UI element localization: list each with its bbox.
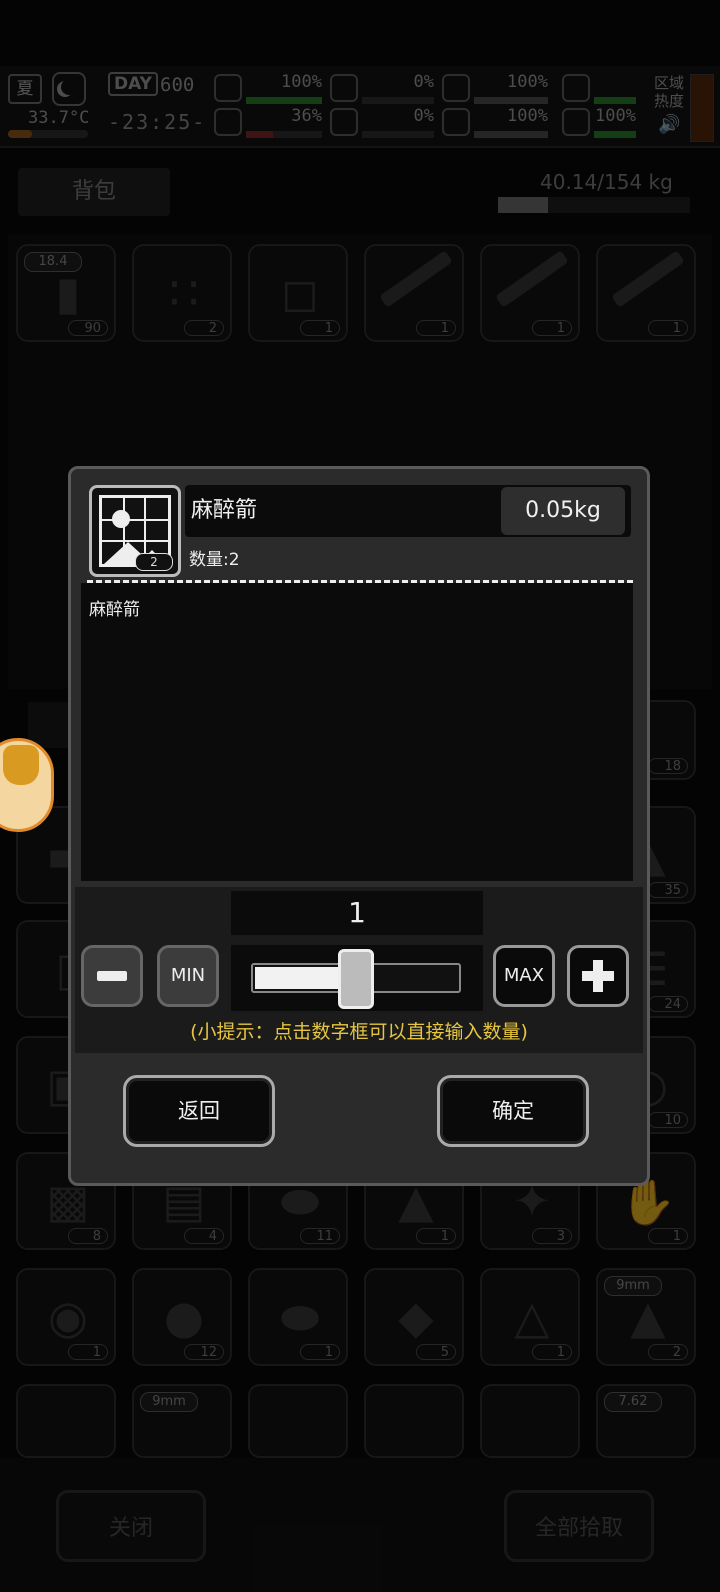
divider <box>87 580 633 583</box>
ground-slot[interactable]: ◉ 1 <box>16 1268 116 1366</box>
ground-slot[interactable] <box>364 1384 464 1458</box>
moon-icon <box>52 72 86 106</box>
status-hud: 夏 33.7°C DAY 600 -23:25- 100% 0% 100% 36… <box>0 66 720 148</box>
inventory-slot[interactable]: 1 <box>480 244 580 342</box>
zone-heat-label: 区域 热度 <box>654 74 685 110</box>
description-panel: 麻醉箭 <box>81 583 633 881</box>
game-clock: -23:25- <box>108 110 207 134</box>
item-image-qty: 2 <box>135 553 173 571</box>
input-hint: (小提示：点击数字框可以直接输入数量) <box>190 1021 528 1043</box>
item-name-bar: 麻醉箭 0.05kg <box>185 485 631 537</box>
ground-slot[interactable] <box>16 1384 116 1458</box>
stat-health: 100% <box>214 72 322 106</box>
ground-slot[interactable]: 9mm ▲ 2 <box>596 1268 696 1366</box>
bullet-icon: ▲ <box>630 1290 666 1344</box>
scope-icon: ◉ <box>47 1290 89 1344</box>
ground-slot[interactable]: ● 12 <box>132 1268 232 1366</box>
season-indicator: 夏 <box>8 74 42 104</box>
inventory-slot[interactable]: 18.4 ▮ 90 <box>16 244 116 342</box>
quantity-dialog: 2 麻醉箭 0.05kg 数量:2 麻醉箭 1 MIN MAX (小提示：点击数… <box>68 466 650 1186</box>
ground-slot[interactable]: ⬬ 1 <box>248 1268 348 1366</box>
min-button[interactable]: MIN <box>157 945 219 1007</box>
item-image: 2 <box>89 485 181 577</box>
increment-button[interactable] <box>567 945 629 1007</box>
bladder-icon <box>442 74 470 102</box>
shotgun-icon <box>495 250 569 308</box>
stat-energy: 100% <box>562 106 636 140</box>
item-quantity: 数量:2 <box>189 550 240 570</box>
item-weight: 0.05kg <box>501 487 625 535</box>
earplugs-icon: ● <box>163 1290 205 1344</box>
heart-icon <box>442 108 470 136</box>
ground-slot[interactable]: 7.62 <box>596 1384 696 1458</box>
inventory-slot[interactable]: 1 <box>596 244 696 342</box>
inventory-slot[interactable]: 1 <box>364 244 464 342</box>
quantity-slider[interactable] <box>231 945 483 1011</box>
decrement-button[interactable] <box>81 945 143 1007</box>
backpack-tab[interactable]: 背包 <box>18 168 170 216</box>
day-number: 600 <box>160 74 195 96</box>
brain-icon <box>214 108 242 136</box>
glove-icon <box>3 745 39 785</box>
beaker-icon: ◻ <box>280 266 320 320</box>
pickup-all-button[interactable]: 全部拾取 <box>504 1490 654 1562</box>
stat-bleeding: 0% <box>330 106 434 140</box>
stat-bladder: 100% <box>442 72 548 106</box>
shotgun-icon <box>379 250 453 308</box>
medkit-icon <box>214 74 242 102</box>
stat-mood: 100% <box>442 106 548 140</box>
item-description: 麻醉箭 <box>89 600 140 620</box>
ground-slot[interactable] <box>480 1384 580 1458</box>
pellets-icon: ∷ <box>169 266 199 320</box>
day-label: DAY <box>108 72 158 96</box>
ground-slot[interactable]: ◆ 5 <box>364 1268 464 1366</box>
inventory-slot[interactable]: ∷ 2 <box>132 244 232 342</box>
toilet-icon <box>562 74 590 102</box>
back-button[interactable]: 返回 <box>123 1075 275 1147</box>
stat-sanity: 36% <box>214 106 322 140</box>
temperature-readout: 33.7°C <box>28 108 90 128</box>
inventory-slot[interactable]: ◻ 1 <box>248 244 348 342</box>
quantity-controls: 1 MIN MAX (小提示：点击数字框可以直接输入数量) <box>75 887 643 1053</box>
weight-bar <box>498 197 690 213</box>
backpack-weight: 40.14/154 kg <box>540 170 673 194</box>
shotgun-icon <box>611 250 685 308</box>
energy-icon <box>562 108 590 136</box>
trap-icon: △ <box>514 1290 550 1344</box>
slider-thumb[interactable] <box>338 949 374 1009</box>
close-button[interactable]: 关闭 <box>56 1490 206 1562</box>
zone-heat-meter <box>690 74 714 142</box>
ground-slot[interactable] <box>248 1384 348 1458</box>
stomach-icon <box>330 74 358 102</box>
stat-hunger: 0% <box>330 72 434 106</box>
temperature-bar <box>8 130 88 138</box>
confirm-button[interactable]: 确定 <box>437 1075 589 1147</box>
ground-slot[interactable]: 9mm <box>132 1384 232 1458</box>
blood-icon <box>330 108 358 136</box>
item-name: 麻醉箭 <box>191 498 258 523</box>
assistant-avatar[interactable] <box>0 738 54 832</box>
baguette-icon: ⬬ <box>280 1290 320 1344</box>
shotgun-shell-icon: ▮ <box>55 266 81 320</box>
meat-icon: ◆ <box>398 1290 434 1344</box>
ground-slot[interactable]: △ 1 <box>480 1268 580 1366</box>
max-button[interactable]: MAX <box>493 945 555 1007</box>
quantity-input[interactable]: 1 <box>231 891 483 935</box>
minus-icon <box>97 971 127 981</box>
stat-toilet <box>562 72 636 106</box>
speaker-icon[interactable]: 🔊 <box>658 114 680 135</box>
